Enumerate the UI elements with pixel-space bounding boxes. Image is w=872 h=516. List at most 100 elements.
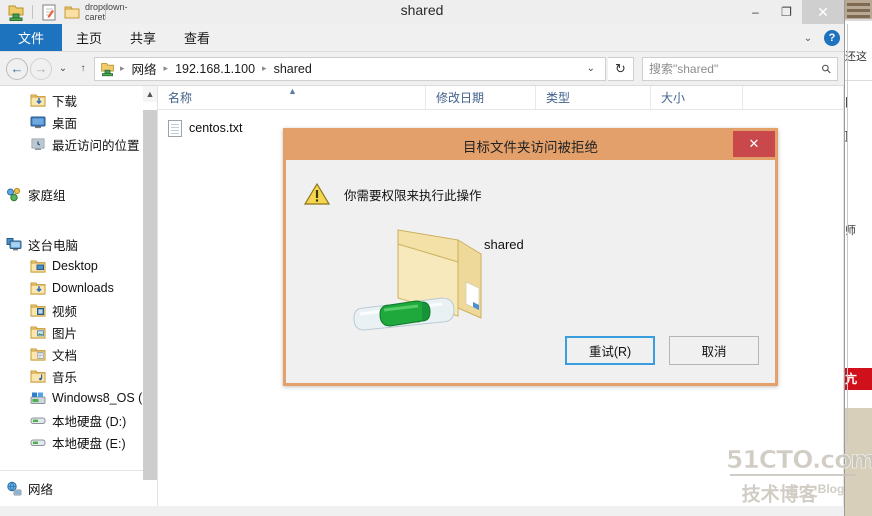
column-header-size[interactable]: 大小	[651, 86, 743, 109]
sidebar-label: 家庭组	[28, 188, 66, 203]
sidebar-label: 视频	[52, 304, 78, 319]
maximize-button[interactable]: ❐	[771, 0, 802, 24]
background-text-1: 还这	[845, 51, 867, 63]
sidebar-label: 桌面	[52, 116, 78, 131]
tab-file[interactable]: 文件	[0, 24, 63, 51]
dialog-body: 你需要权限来执行此操作 shared 重试(R) 取消	[286, 160, 775, 383]
search-box[interactable]: 搜索"shared" ⚲	[642, 56, 838, 81]
drive-icon	[30, 413, 46, 428]
breadcrumb-network-folder-icon[interactable]	[99, 61, 116, 77]
dialog-message: 你需要权限来执行此操作	[344, 189, 482, 203]
sidebar-label: 本地硬盘 (E:)	[52, 436, 126, 451]
sidebar-item-recent-places[interactable]: 最近访问的位置	[0, 133, 157, 155]
address-dropdown-caret[interactable]: ⌄	[581, 63, 601, 74]
text-file-icon	[168, 119, 182, 137]
desktop-icon	[30, 115, 46, 130]
recent-places-icon	[30, 137, 46, 152]
dialog-message-row: 你需要权限来执行此操作	[286, 160, 775, 206]
sidebar-item-pictures[interactable]: 图片	[0, 321, 157, 343]
minimize-button[interactable]: –	[740, 0, 771, 24]
scroll-up-arrow-icon[interactable]: ▲	[143, 86, 157, 102]
sidebar-label: Windows8_OS (	[52, 391, 143, 405]
sidebar-item-documents[interactable]: 文档	[0, 343, 157, 365]
folder-videos-icon	[30, 303, 46, 318]
window-title-bar: dropdown-caret shared – ❐ ✕	[0, 0, 844, 24]
sort-ascending-icon: ▲	[288, 86, 297, 96]
refresh-button[interactable]: ↻	[608, 56, 634, 81]
watermark-rule	[730, 474, 856, 476]
sidebar-item-music[interactable]: 音乐	[0, 365, 157, 387]
system-drive-icon	[30, 391, 46, 406]
navigation-list: 下载 桌面 最近访问的位置 家庭组 这台电脑 Desktop Downloads…	[0, 86, 157, 453]
address-input[interactable]: ▸ 网络 ▸ 192.168.1.100 ▸ shared ⌄	[94, 56, 606, 81]
background-text-2: 师	[845, 225, 856, 237]
recent-locations-button[interactable]: ⌄	[54, 56, 72, 82]
sidebar-item-downloads[interactable]: Downloads	[0, 277, 157, 299]
column-header-type[interactable]: 类型	[536, 86, 651, 109]
dialog-close-button[interactable]: ✕	[733, 131, 775, 157]
sidebar-label: 文档	[52, 348, 78, 363]
sidebar-item-windows8-os[interactable]: Windows8_OS (	[0, 387, 157, 409]
column-header-blank	[743, 86, 844, 109]
content-right-border	[843, 86, 844, 506]
help-icon[interactable]: ?	[824, 30, 840, 46]
sidebar-label: 网络	[28, 483, 54, 497]
watermark-line-2: 技术博客Blog	[726, 478, 860, 506]
sidebar-item-network[interactable]: 网络	[0, 470, 143, 506]
chevron-down-icon[interactable]: ⌄	[800, 33, 816, 44]
background-text-5: ]	[845, 130, 872, 142]
background-red-banner: 亢	[845, 368, 872, 390]
breadcrumb-shared[interactable]: shared	[271, 62, 315, 76]
sidebar-item-desktop-quick[interactable]: 桌面	[0, 111, 157, 133]
background-text-4: |	[845, 96, 872, 108]
tab-view[interactable]: 查看	[170, 24, 224, 51]
breadcrumb-separator-2: ▸	[262, 63, 267, 73]
file-explorer-window: dropdown-caret shared – ❐ ✕ 文件 主页 共享 查看 …	[0, 0, 845, 516]
sidebar-label: Downloads	[52, 281, 114, 295]
forward-button[interactable]: →	[30, 57, 52, 80]
up-button[interactable]: ↑	[74, 56, 92, 82]
background-thumbnail	[845, 0, 872, 20]
ribbon-right-controls: ⌄ ?	[800, 24, 840, 52]
sidebar-label: Desktop	[52, 259, 98, 273]
breadcrumb-host[interactable]: 192.168.1.100	[172, 62, 258, 76]
retry-button[interactable]: 重试(R)	[565, 336, 655, 365]
window-title: shared	[400, 2, 444, 18]
search-input[interactable]: 搜索"shared"	[649, 60, 822, 77]
dialog-title: 目标文件夹访问被拒绝	[463, 139, 598, 155]
sidebar-item-drive-e[interactable]: 本地硬盘 (E:)	[0, 431, 157, 453]
sidebar-item-homegroup[interactable]: 家庭组	[0, 183, 157, 205]
access-denied-dialog: 目标文件夹访问被拒绝 ✕ 你需要权限来执行此操作 shared 重试(R) 取消	[283, 128, 778, 386]
sidebar-label: 最近访问的位置	[52, 138, 140, 153]
back-button[interactable]: ←	[6, 57, 28, 80]
tab-home[interactable]: 主页	[62, 24, 116, 51]
scrollbar-thumb[interactable]	[143, 110, 157, 480]
breadcrumb-separator-0: ▸	[120, 63, 125, 73]
column-header-row: 名称 修改日期 类型 大小 ▲	[158, 86, 844, 110]
cancel-button[interactable]: 取消	[669, 336, 759, 365]
breadcrumb-network[interactable]: 网络	[129, 59, 160, 78]
folder-documents-icon	[30, 347, 46, 362]
tab-share[interactable]: 共享	[116, 24, 170, 51]
dialog-title-bar: 目标文件夹访问被拒绝 ✕	[286, 131, 775, 160]
sidebar-item-drive-d[interactable]: 本地硬盘 (D:)	[0, 409, 157, 431]
homegroup-icon	[6, 187, 22, 202]
sidebar-spacer-2b	[0, 219, 157, 233]
file-name: centos.txt	[189, 121, 243, 135]
navigation-pane: 下载 桌面 最近访问的位置 家庭组 这台电脑 Desktop Downloads…	[0, 86, 158, 506]
close-button[interactable]: ✕	[802, 0, 844, 24]
navigation-scrollbar[interactable]: ▲	[143, 86, 157, 506]
column-header-date[interactable]: 修改日期	[426, 86, 536, 109]
sidebar-item-videos[interactable]: 视频	[0, 299, 157, 321]
background-divider	[847, 24, 848, 444]
network-icon	[6, 481, 22, 496]
ribbon-tab-bar: 文件 主页 共享 查看 ⌄ ?	[0, 24, 844, 52]
sidebar-item-downloads-quick[interactable]: 下载	[0, 89, 157, 111]
sidebar-item-this-pc[interactable]: 这台电脑	[0, 233, 157, 255]
sidebar-item-desktop[interactable]: Desktop	[0, 255, 157, 277]
watermark-line-1: 51CTO.com	[726, 445, 872, 474]
folder-music-icon	[30, 369, 46, 384]
sidebar-label: 这台电脑	[28, 238, 79, 253]
